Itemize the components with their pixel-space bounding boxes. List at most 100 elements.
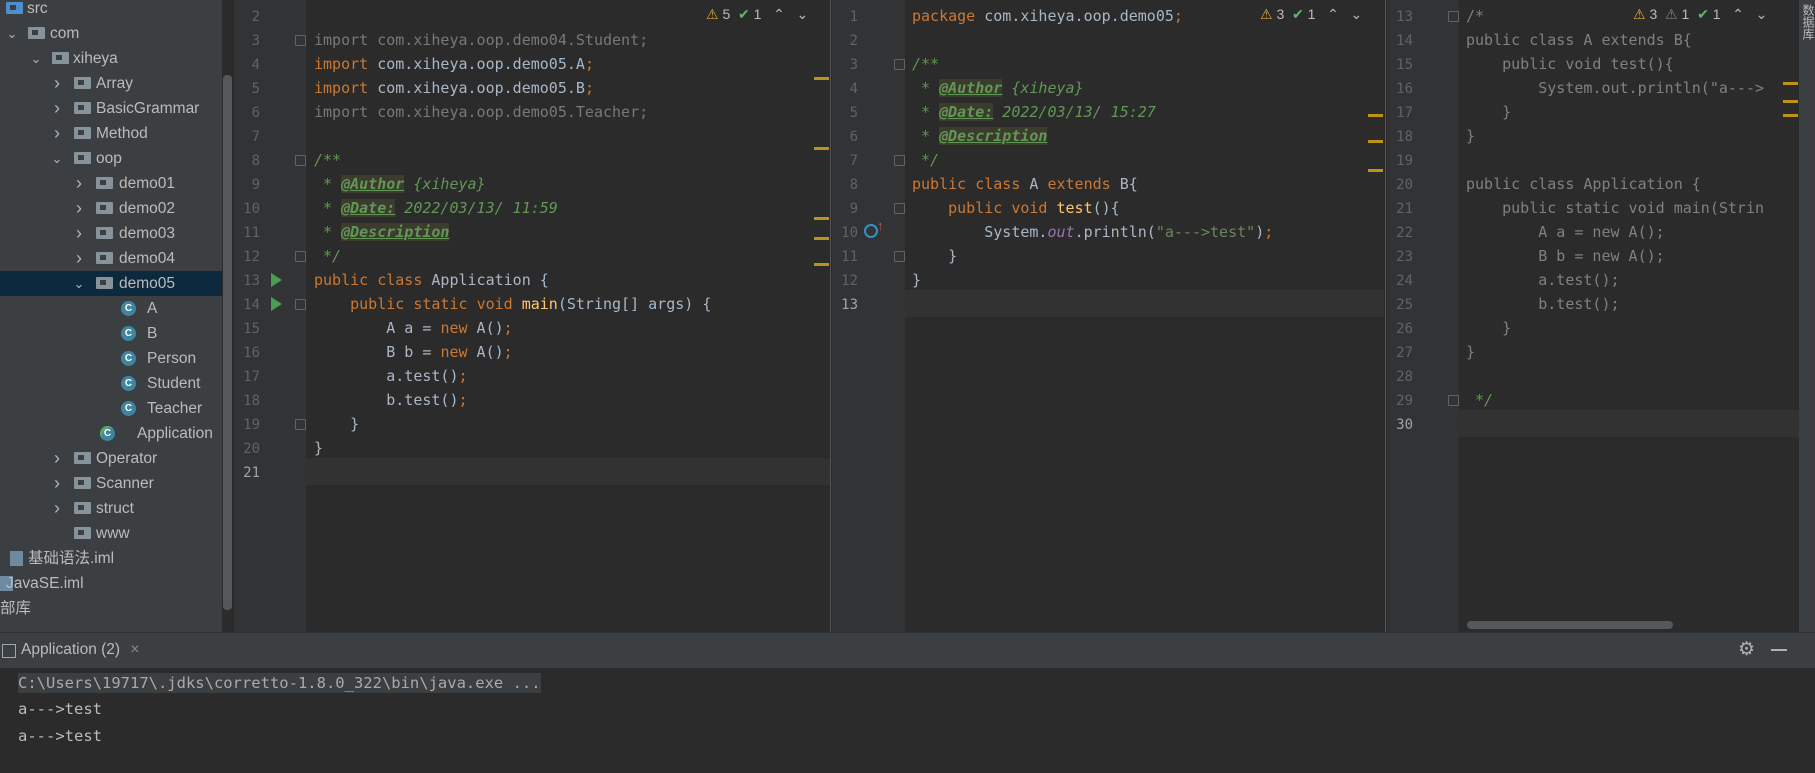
warning-stripe-marker[interactable] xyxy=(814,237,829,240)
run-console[interactable]: C:\Users\19717\.jdks\corretto-1.8.0_322\… xyxy=(0,668,1815,773)
folder-icon xyxy=(52,52,69,64)
tree-item-javase-iml[interactable]: JavaSE.iml xyxy=(0,571,222,596)
fold-icon[interactable] xyxy=(894,251,905,262)
fold-icon[interactable] xyxy=(1448,11,1459,22)
fold-icon[interactable] xyxy=(894,203,905,214)
fold-icon[interactable] xyxy=(295,299,306,310)
tree-item-label: src xyxy=(27,0,48,17)
chevron-down-icon[interactable]: ⌄ xyxy=(797,6,809,22)
fold-icon[interactable] xyxy=(894,59,905,70)
warning-stripe-marker[interactable] xyxy=(1368,169,1383,172)
tree-item-demo05[interactable]: ⌄ demo05 xyxy=(0,271,222,296)
ok-count: 1 xyxy=(1712,6,1721,22)
warning-stripe-marker[interactable] xyxy=(814,217,829,220)
chevron-right-icon[interactable]: › xyxy=(49,496,65,521)
tree-item--[interactable]: 部库 xyxy=(0,596,222,621)
tree-item-src[interactable]: src xyxy=(0,0,222,21)
tree-item-www[interactable]: www xyxy=(0,521,222,546)
run-gutter-icon[interactable] xyxy=(271,297,282,311)
line-number: 30 xyxy=(1396,417,1413,433)
gear-icon[interactable]: ⚙ xyxy=(1738,638,1755,661)
code-line: public static void main(Strin xyxy=(1466,199,1765,217)
fold-icon[interactable] xyxy=(894,155,905,166)
tree-item-teacher[interactable]: C Teacher xyxy=(0,396,222,421)
inspection-widget[interactable]: ⚠ 3 ✔ 1 ⌃ ⌄ xyxy=(1260,6,1362,23)
tree-item-person[interactable]: C Person xyxy=(0,346,222,371)
chevron-right-icon[interactable]: › xyxy=(49,71,65,96)
tree-item-demo03[interactable]: › demo03 xyxy=(0,221,222,246)
chevron-right-icon[interactable]: › xyxy=(71,171,87,196)
tree-scrollbar[interactable] xyxy=(223,75,232,610)
chevron-down-icon[interactable]: ⌄ xyxy=(49,146,65,171)
warning-stripe-marker[interactable] xyxy=(1368,140,1383,143)
run-tool-bar: Application (2) × ⚙ xyxy=(0,632,1815,669)
warning-stripe-marker[interactable] xyxy=(1783,82,1798,85)
warning-stripe-marker[interactable] xyxy=(814,77,829,80)
tree-item-label: Scanner xyxy=(96,475,154,492)
chevron-down-icon[interactable]: ⌄ xyxy=(4,21,20,46)
warning-stripe-marker[interactable] xyxy=(1783,100,1798,103)
line-number: 2 xyxy=(251,9,260,25)
horizontal-scrollbar[interactable] xyxy=(1467,621,1673,629)
chevron-up-icon[interactable]: ⌃ xyxy=(1732,6,1744,22)
tree-item-scanner[interactable]: › Scanner xyxy=(0,471,222,496)
tree-item-demo04[interactable]: › demo04 xyxy=(0,246,222,271)
chevron-right-icon[interactable]: › xyxy=(71,196,87,221)
code-line: /* xyxy=(1466,7,1485,25)
inspection-widget[interactable]: ⚠ 5 ✔ 1 ⌃ ⌄ xyxy=(706,6,808,23)
tree-item-a[interactable]: CA xyxy=(0,296,222,321)
tree-item-label: www xyxy=(96,525,130,542)
tree-item-label: oop xyxy=(96,150,122,167)
chevron-right-icon[interactable]: › xyxy=(49,121,65,146)
warning-stripe-marker[interactable] xyxy=(814,147,829,150)
code-line: b.test(); xyxy=(314,391,468,409)
warning-stripe-marker[interactable] xyxy=(814,263,829,266)
close-icon[interactable]: × xyxy=(130,641,139,658)
fold-icon[interactable] xyxy=(1448,395,1459,406)
run-tab[interactable]: Application (2) × xyxy=(21,641,139,659)
tree-item-com[interactable]: ⌄ com xyxy=(0,21,222,46)
tree-item-method[interactable]: › Method xyxy=(0,121,222,146)
editor-commented[interactable]: ⚠ 3 ⚠ 1 ✔ 1 ⌃ ⌄ 13/* 14 public class A ext… xyxy=(1387,0,1799,632)
tree-item-demo01[interactable]: › demo01 xyxy=(0,171,222,196)
tree-item-operator[interactable]: › Operator xyxy=(0,446,222,471)
tree-item-student[interactable]: C Student xyxy=(0,371,222,396)
chevron-right-icon[interactable]: › xyxy=(71,246,87,271)
tree-item-struct[interactable]: › struct xyxy=(0,496,222,521)
warning-stripe-marker[interactable] xyxy=(1368,114,1383,117)
editor-divider[interactable] xyxy=(1385,0,1386,632)
fold-icon[interactable] xyxy=(295,155,306,166)
chevron-down-icon[interactable]: ⌄ xyxy=(71,271,87,296)
inspection-widget[interactable]: ⚠ 3 ⚠ 1 ✔ 1 ⌃ ⌄ xyxy=(1633,6,1767,23)
code-line: System.out.println("a--->test"); xyxy=(912,223,1274,241)
fold-icon[interactable] xyxy=(295,251,306,262)
tree-item-b[interactable]: CB xyxy=(0,321,222,346)
chevron-right-icon[interactable]: › xyxy=(49,446,65,471)
run-gutter-icon[interactable] xyxy=(271,273,282,287)
override-method-icon[interactable] xyxy=(864,224,878,238)
line-number: 6 xyxy=(849,129,858,145)
chevron-up-icon[interactable]: ⌃ xyxy=(1327,6,1339,22)
tree-item-xiheya[interactable]: ⌄ xiheya xyxy=(0,46,222,71)
chevron-right-icon[interactable]: › xyxy=(71,221,87,246)
tree-item-oop[interactable]: ⌄ oop xyxy=(0,146,222,171)
fold-icon[interactable] xyxy=(295,419,306,430)
warning-stripe-marker[interactable] xyxy=(1783,114,1798,117)
tree-item-demo02[interactable]: › demo02 xyxy=(0,196,222,221)
database-tool-tab[interactable]: 数据库 xyxy=(1800,4,1815,40)
minimize-icon[interactable] xyxy=(1771,649,1787,651)
tree-item-application[interactable]: C Application xyxy=(0,421,222,446)
chevron-up-icon[interactable]: ⌃ xyxy=(773,6,785,22)
tree-item-basicgrammar[interactable]: › BasicGrammar xyxy=(0,96,222,121)
fold-icon[interactable] xyxy=(295,35,306,46)
chevron-down-icon[interactable]: ⌄ xyxy=(1756,6,1768,22)
tree-item--iml[interactable]: 基础语法.iml xyxy=(0,546,222,571)
chevron-down-icon[interactable]: ⌄ xyxy=(1351,6,1363,22)
editor-divider[interactable] xyxy=(830,0,831,632)
chevron-right-icon[interactable]: › xyxy=(49,471,65,496)
tree-item-array[interactable]: › Array xyxy=(0,71,222,96)
chevron-down-icon[interactable]: ⌄ xyxy=(28,46,44,71)
editor-class-a[interactable]: ⚠ 3 ✔ 1 ⌃ ⌄ 1 package com.xiheya.oop.demo… xyxy=(832,0,1384,632)
chevron-right-icon[interactable]: › xyxy=(49,96,65,121)
editor-application[interactable]: ⚠ 5 ✔ 1 ⌃ ⌄ 2 3 import com.xiheya.oop.demo… xyxy=(234,0,830,632)
